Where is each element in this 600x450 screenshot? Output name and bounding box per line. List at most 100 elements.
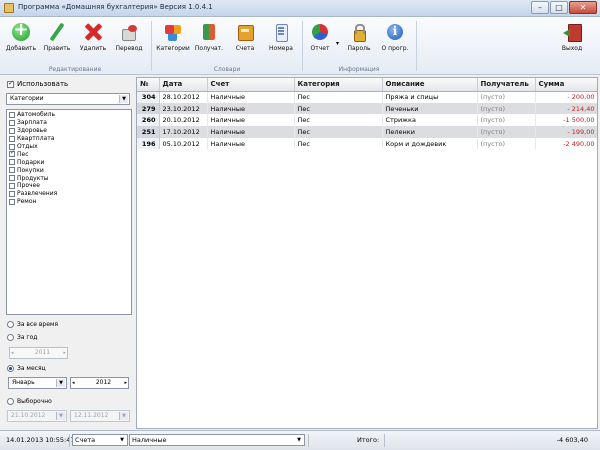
category-list-item[interactable]: Здоровье (7, 127, 131, 135)
period-year-radio[interactable] (7, 334, 14, 341)
password-button[interactable]: Пароль (342, 20, 376, 60)
column-header[interactable]: Дата (159, 78, 208, 92)
numbers-button[interactable]: Номера (264, 20, 298, 60)
category-checkbox[interactable] (9, 119, 15, 126)
category-list-item[interactable]: Покупки (7, 166, 131, 174)
empty-cell (159, 418, 207, 428)
category-checkbox[interactable] (9, 135, 15, 142)
chevron-down-icon: ▼ (120, 437, 124, 443)
year-spinner[interactable]: ◂ 2011 ▸ (9, 347, 68, 359)
category-checkbox[interactable] (9, 198, 15, 205)
empty-cell (535, 395, 597, 407)
category-checkbox[interactable] (9, 175, 15, 182)
period-month[interactable]: За месяц (7, 365, 46, 372)
column-header[interactable]: Сумма (535, 78, 597, 92)
category-checkbox[interactable] (9, 149, 15, 158)
column-header[interactable]: Счет (207, 78, 295, 92)
period-all-time-radio[interactable] (7, 321, 14, 328)
empty-row (137, 173, 597, 185)
category-list-item[interactable]: Отдых (7, 143, 131, 151)
filter-type-select[interactable]: Категории ▼ (6, 93, 130, 105)
category-list-item[interactable]: Прочее (7, 182, 131, 190)
period-month-radio[interactable] (7, 365, 14, 372)
category-list-item[interactable]: Развлечения (7, 190, 131, 198)
minimize-button[interactable]: – (531, 1, 549, 14)
account-select[interactable]: Наличные ▼ (129, 434, 305, 446)
column-header[interactable]: Категория (294, 78, 383, 92)
empty-cell (382, 372, 477, 384)
table-row[interactable]: 251 17.10.2012 Наличные Пес Пеленки (пусто) - … (137, 126, 597, 138)
column-header[interactable]: № (137, 78, 160, 92)
table-row[interactable]: 260 20.10.2012 Наличные Пес Стрижка (пусто) -1… (137, 114, 597, 127)
chevron-right-icon[interactable]: ▸ (63, 348, 66, 358)
empty-cell (294, 301, 382, 313)
date-from-picker[interactable]: 21.10.2012 ▼ (7, 410, 67, 422)
status-separator (69, 434, 70, 447)
empty-cell (477, 418, 535, 428)
category-label: Покупки (17, 166, 44, 174)
chevron-left-icon[interactable]: ◂ (11, 348, 14, 358)
category-label: Автомобиль (17, 111, 55, 119)
delete-button[interactable]: Удалить (76, 20, 110, 60)
category-checkbox[interactable] (9, 167, 15, 174)
about-button[interactable]: О прогр. (378, 20, 412, 60)
column-header[interactable]: Получатель (477, 78, 536, 92)
exit-button[interactable]: Выход (555, 20, 589, 60)
category-checkbox[interactable] (9, 190, 15, 197)
empty-cell (382, 278, 477, 290)
category-checkbox[interactable] (9, 159, 15, 166)
empty-row (137, 149, 597, 161)
empty-cell (477, 196, 535, 208)
chevron-down-icon[interactable]: ▾ (336, 40, 339, 47)
chevron-left-icon[interactable]: ◂ (72, 378, 75, 388)
empty-cell (294, 161, 382, 173)
cell-amount: - 214,40 (535, 102, 597, 115)
category-list-item[interactable]: Ремон (7, 198, 131, 206)
account-value: Наличные (132, 436, 167, 444)
empty-cell (207, 301, 294, 313)
category-list-item[interactable]: Зарплата (7, 119, 131, 127)
period-custom[interactable]: Выборочно (7, 398, 52, 405)
category-checkbox[interactable] (9, 127, 15, 134)
month-year-spinner[interactable]: ◂ 2012 ▸ (70, 377, 129, 389)
accounts-button-label: Счета (235, 45, 255, 52)
accounts-button[interactable]: Счета (228, 20, 262, 60)
category-list-item[interactable]: Квартплата (7, 135, 131, 143)
maximize-button[interactable]: □ (550, 1, 568, 14)
empty-row (137, 196, 597, 208)
empty-cell (477, 255, 535, 267)
month-select[interactable]: Январь ▼ (8, 377, 67, 389)
transfer-button[interactable]: Перевод (112, 20, 146, 60)
date-to-picker[interactable]: 12.11.2012 ▼ (70, 410, 130, 422)
category-list-item[interactable]: Продукты (7, 174, 131, 182)
account-type-select[interactable]: Счета ▼ (72, 434, 128, 446)
category-checkbox[interactable] (9, 111, 15, 118)
table-row[interactable]: 196 05.10.2012 Наличные Пес Корм и дождевик(… (137, 137, 597, 150)
column-header[interactable]: Описание (382, 78, 478, 92)
period-year[interactable]: За год (7, 334, 37, 341)
category-checkbox[interactable] (9, 182, 15, 189)
categories-button[interactable]: Категории (156, 20, 190, 60)
report-button[interactable]: Отчет ▾ (303, 20, 339, 60)
table-row[interactable]: 279 23.10.2012 Наличные Пес Печеньки (пусто) -… (137, 102, 597, 115)
close-button[interactable]: ✕ (569, 1, 597, 14)
period-custom-radio[interactable] (7, 398, 14, 405)
period-all-time[interactable]: За все время (7, 321, 58, 328)
empty-row (137, 336, 597, 348)
table-row[interactable]: 304 28.10.2012 Наличные Пес Пряжа и спицы (пу… (137, 91, 597, 103)
category-list-item[interactable]: Пес (7, 149, 131, 158)
empty-cell (137, 231, 159, 243)
use-filter-row[interactable]: Использовать (7, 79, 68, 88)
cell-desc: Пряжа и спицы (382, 91, 478, 103)
cell-amount: -1 500,00 (535, 114, 597, 127)
chevron-right-icon[interactable]: ▸ (124, 378, 127, 388)
category-list-item[interactable]: Автомобиль (7, 111, 131, 119)
category-list-item[interactable]: Подарки (7, 158, 131, 166)
add-button[interactable]: Добавить (4, 19, 38, 60)
edit-button[interactable]: Править (40, 20, 74, 60)
empty-row (137, 255, 597, 267)
payees-button[interactable]: Получат. (192, 20, 226, 60)
info-group-label: Информация (338, 66, 380, 73)
cell-desc: Пеленки (382, 126, 478, 138)
use-filter-checkbox[interactable] (7, 79, 14, 88)
